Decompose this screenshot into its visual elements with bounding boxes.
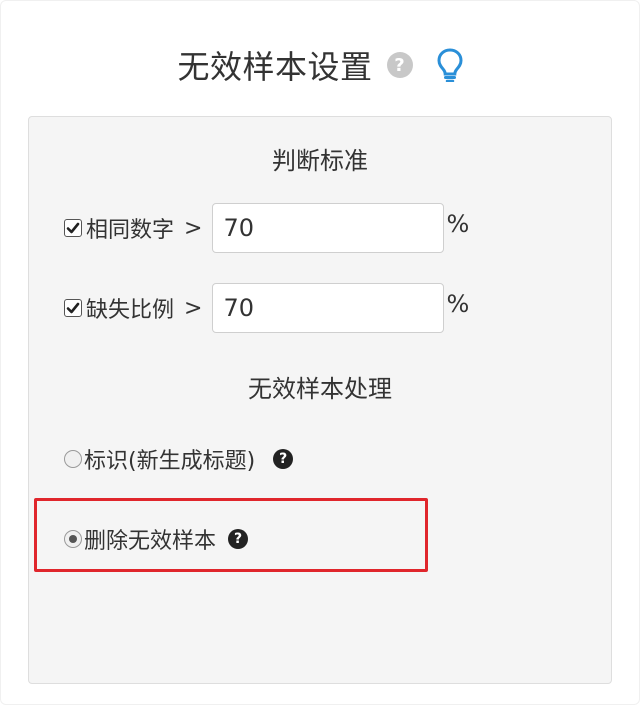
percent-unit: % xyxy=(446,210,470,238)
same-digits-input[interactable] xyxy=(212,203,445,253)
mark-radio-button[interactable] xyxy=(64,450,82,468)
missing-ratio-checkbox[interactable] xyxy=(64,299,82,317)
criteria-section-title: 判断标准 xyxy=(272,147,368,175)
greater-than-operator: > xyxy=(184,215,203,241)
question-circle-icon[interactable]: ? xyxy=(273,449,294,469)
criteria-row-same-digits: 相同数字 > % xyxy=(64,203,469,253)
mark-option-label: 标识(新生成标题) xyxy=(84,449,256,474)
same-digits-label: 相同数字 xyxy=(86,218,175,243)
missing-ratio-label: 缺失比例 xyxy=(86,298,175,323)
criteria-row-missing-ratio: 缺失比例 > % xyxy=(64,283,469,333)
missing-ratio-input[interactable] xyxy=(212,283,445,333)
lightbulb-icon[interactable] xyxy=(436,48,463,82)
dialog-title: 无效样本设置 xyxy=(177,48,373,86)
percent-unit: % xyxy=(446,290,470,318)
check-icon xyxy=(66,302,80,314)
option-mark-new-title[interactable]: 标识(新生成标题) ? xyxy=(64,439,294,479)
dialog-header: 无效样本设置 ? xyxy=(0,40,640,90)
settings-panel: 判断标准 无效样本处理 xyxy=(28,116,612,684)
greater-than-operator: > xyxy=(184,295,203,321)
question-circle-icon[interactable]: ? xyxy=(386,52,413,78)
handling-section-title: 无效样本处理 xyxy=(248,375,392,403)
check-icon xyxy=(66,222,80,234)
highlight-annotation-box xyxy=(34,498,428,572)
same-digits-checkbox[interactable] xyxy=(64,219,82,237)
